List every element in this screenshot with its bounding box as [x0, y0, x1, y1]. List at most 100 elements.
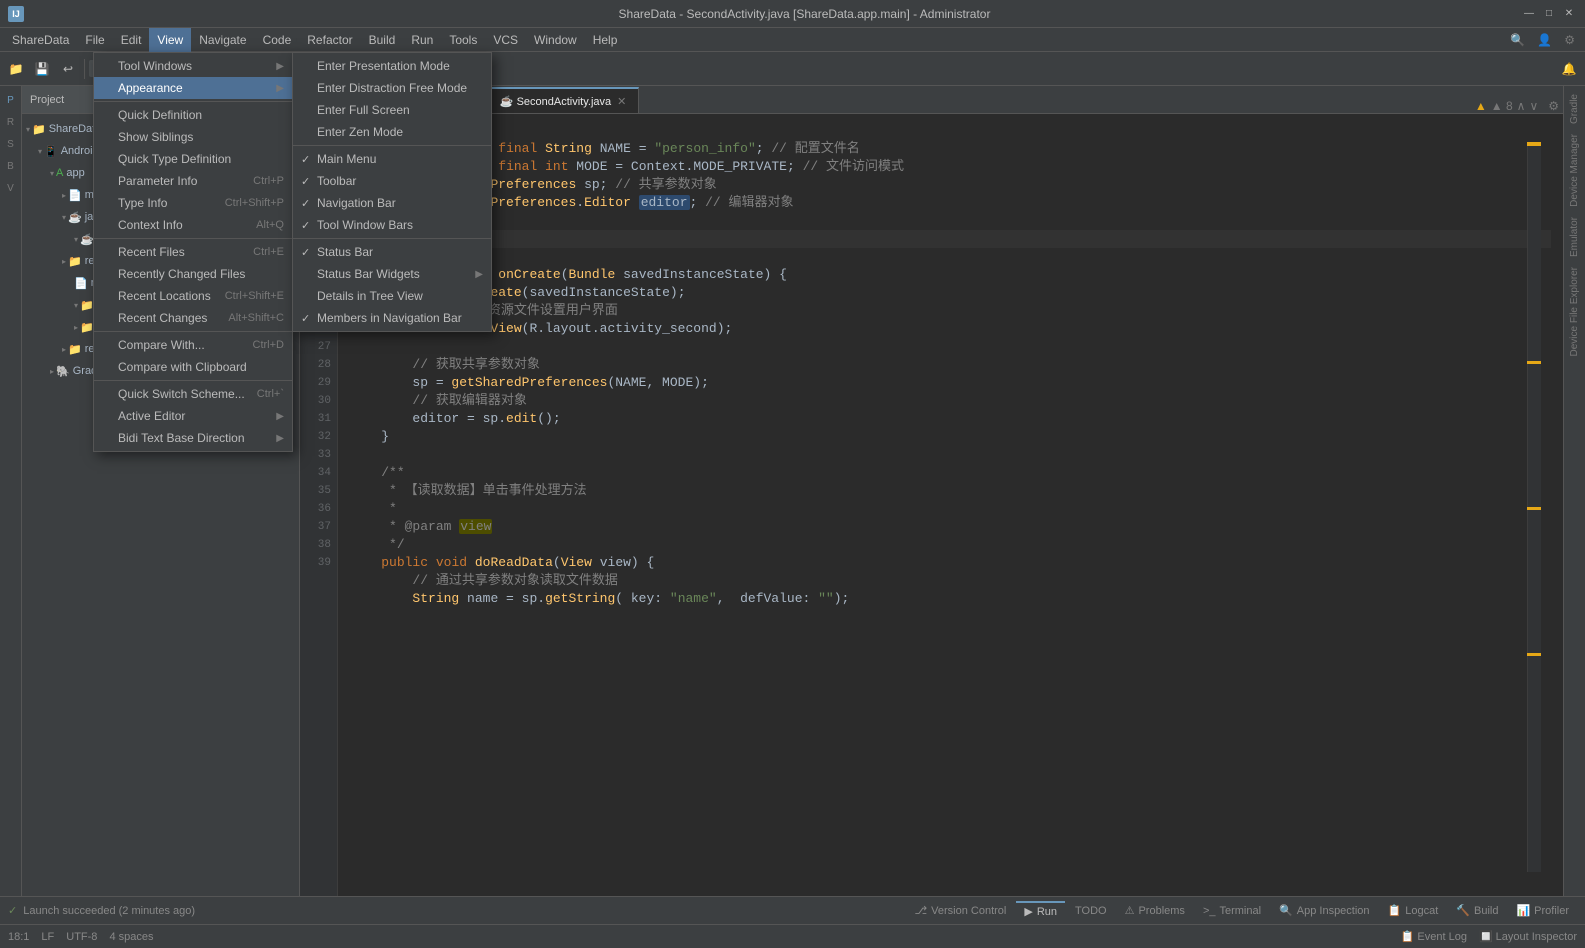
- problems-label: Problems: [1138, 905, 1184, 917]
- tool-windows-arrow: ▶: [276, 61, 284, 72]
- menu-sharedata[interactable]: ShareData: [4, 28, 77, 52]
- active-editor-label: Active Editor: [118, 409, 185, 423]
- version-control-tab[interactable]: ⎇ Version Control: [906, 902, 1014, 919]
- menu-main-menu[interactable]: ✓ Main Menu: [293, 148, 491, 170]
- menu-recently-changed[interactable]: Recently Changed Files: [94, 263, 292, 285]
- bottom-bar: ✓ Launch succeeded (2 minutes ago) ⎇ Ver…: [0, 896, 1585, 924]
- problems-tab[interactable]: ⚠ Problems: [1117, 902, 1193, 919]
- status-bar-widgets-label: Status Bar Widgets: [317, 267, 420, 281]
- menu-vcs[interactable]: VCS: [485, 28, 526, 52]
- menu-edit[interactable]: Edit: [113, 28, 150, 52]
- structure-icon[interactable]: S: [1, 134, 21, 154]
- menu-status-bar[interactable]: ✓ Status Bar: [293, 241, 491, 263]
- menu-members-nav-bar[interactable]: ✓ Members in Navigation Bar: [293, 307, 491, 329]
- menu-navigation-bar[interactable]: ✓ Navigation Bar: [293, 192, 491, 214]
- menu-tools[interactable]: Tools: [441, 28, 485, 52]
- appear-divider-1: [293, 145, 491, 146]
- appear-divider-2: [293, 238, 491, 239]
- menu-quick-type-def[interactable]: Quick Type Definition: [94, 148, 292, 170]
- profile-icon[interactable]: 👤: [1531, 33, 1558, 47]
- menu-quick-definition[interactable]: Quick Definition: [94, 104, 292, 126]
- recently-changed-label: Recently Changed Files: [118, 267, 245, 281]
- app-inspection-icon: 🔍: [1279, 904, 1293, 917]
- tab-close-activity[interactable]: ✕: [617, 95, 626, 108]
- zen-mode-label: Enter Zen Mode: [317, 125, 403, 139]
- menu-type-info[interactable]: Type Info Ctrl+Shift+P: [94, 192, 292, 214]
- event-log-item[interactable]: 📋 Event Log: [1401, 930, 1467, 943]
- tab-second-activity[interactable]: ☕ SecondActivity.java ✕: [488, 87, 640, 113]
- search-icon[interactable]: 🔍: [1504, 33, 1531, 47]
- menu-zen-mode[interactable]: Enter Zen Mode: [293, 121, 491, 143]
- menu-toolbar[interactable]: ✓ Toolbar: [293, 170, 491, 192]
- maximize-button[interactable]: □: [1541, 6, 1557, 22]
- menu-divider-4: [94, 380, 292, 381]
- warning-badge[interactable]: ▲▲ 8 ∧∨: [1469, 99, 1544, 113]
- bookmarks-icon[interactable]: B: [1, 156, 21, 176]
- menu-recent-files[interactable]: Recent Files Ctrl+E: [94, 241, 292, 263]
- menu-view[interactable]: View: [149, 28, 191, 52]
- menu-build[interactable]: Build: [361, 28, 404, 52]
- logcat-tab[interactable]: 📋 Logcat: [1380, 902, 1447, 919]
- emulator-label[interactable]: Emulator: [1567, 213, 1582, 261]
- project-icon[interactable]: P: [1, 90, 21, 110]
- menu-recent-locations[interactable]: Recent Locations Ctrl+Shift+E: [94, 285, 292, 307]
- terminal-tab[interactable]: >_ Terminal: [1195, 903, 1269, 919]
- toolbar-label: Toolbar: [317, 174, 356, 188]
- menu-compare-with[interactable]: Compare With... Ctrl+D: [94, 334, 292, 356]
- profiler-tab[interactable]: 📊 Profiler: [1508, 902, 1577, 919]
- code-content[interactable]: private static final String NAME = "pers…: [338, 114, 1563, 896]
- notifications-btn[interactable]: 🔔: [1557, 57, 1581, 81]
- menu-quick-switch[interactable]: Quick Switch Scheme... Ctrl+`: [94, 383, 292, 405]
- minimize-button[interactable]: —: [1521, 6, 1537, 22]
- gradle-panel-label[interactable]: Gradle: [1567, 90, 1582, 128]
- menu-distraction-free[interactable]: Enter Distraction Free Mode: [293, 77, 491, 99]
- undo-btn[interactable]: ↩: [56, 57, 80, 81]
- menu-tool-window-bars[interactable]: ✓ Tool Window Bars: [293, 214, 491, 236]
- type-info-shortcut: Ctrl+Shift+P: [225, 197, 284, 209]
- open-file-btn[interactable]: 📁: [4, 57, 28, 81]
- close-button[interactable]: ✕: [1561, 6, 1577, 22]
- compare-clipboard-label: Compare with Clipboard: [118, 360, 247, 374]
- menu-status-bar-widgets[interactable]: Status Bar Widgets ▶: [293, 263, 491, 285]
- event-log-label: Event Log: [1417, 931, 1467, 943]
- menu-recent-changes[interactable]: Recent Changes Alt+Shift+C: [94, 307, 292, 329]
- menu-help[interactable]: Help: [585, 28, 626, 52]
- menu-window[interactable]: Window: [526, 28, 585, 52]
- layout-inspector-label: Layout Inspector: [1496, 931, 1577, 943]
- menu-context-info[interactable]: Context Info Alt+Q: [94, 214, 292, 236]
- device-manager-label[interactable]: Device Manager: [1567, 130, 1582, 211]
- menu-full-screen[interactable]: Enter Full Screen: [293, 99, 491, 121]
- build-variants-icon[interactable]: V: [1, 178, 21, 198]
- settings-icon[interactable]: ⚙: [1558, 33, 1581, 47]
- layout-inspector-item[interactable]: 🔲 Layout Inspector: [1479, 930, 1577, 943]
- menu-code[interactable]: Code: [255, 28, 300, 52]
- status-position[interactable]: 18:1: [8, 931, 29, 943]
- menu-navigate[interactable]: Navigate: [191, 28, 254, 52]
- editor-settings-icon[interactable]: ⚙: [1544, 99, 1563, 113]
- terminal-label: Terminal: [1219, 905, 1261, 917]
- run-tab[interactable]: ▶ Run: [1016, 901, 1065, 920]
- device-file-explorer-label[interactable]: Device File Explorer: [1567, 263, 1582, 360]
- menu-presentation-mode[interactable]: Enter Presentation Mode: [293, 55, 491, 77]
- menu-refactor[interactable]: Refactor: [299, 28, 360, 52]
- status-line-sep[interactable]: LF: [41, 931, 54, 943]
- menu-parameter-info[interactable]: Parameter Info Ctrl+P: [94, 170, 292, 192]
- menu-bidi-text[interactable]: Bidi Text Base Direction ▶: [94, 427, 292, 449]
- menu-appearance[interactable]: Appearance ▶: [94, 77, 292, 99]
- todo-tab[interactable]: TODO: [1067, 903, 1115, 919]
- save-btn[interactable]: 💾: [30, 57, 54, 81]
- menu-run[interactable]: Run: [403, 28, 441, 52]
- menu-file[interactable]: File: [77, 28, 112, 52]
- build-tab[interactable]: 🔨 Build: [1448, 902, 1506, 919]
- menu-details-tree[interactable]: Details in Tree View: [293, 285, 491, 307]
- status-encoding[interactable]: UTF-8: [66, 931, 97, 943]
- menu-compare-clipboard[interactable]: Compare with Clipboard: [94, 356, 292, 378]
- menu-show-siblings[interactable]: Show Siblings: [94, 126, 292, 148]
- status-indent[interactable]: 4 spaces: [109, 931, 153, 943]
- menu-active-editor[interactable]: Active Editor ▶: [94, 405, 292, 427]
- resource-manager-icon[interactable]: R: [1, 112, 21, 132]
- app-inspection-tab[interactable]: 🔍 App Inspection: [1271, 902, 1377, 919]
- menu-tool-windows[interactable]: Tool Windows ▶: [94, 55, 292, 77]
- run-icon: ▶: [1024, 905, 1032, 918]
- terminal-icon: >_: [1203, 905, 1216, 917]
